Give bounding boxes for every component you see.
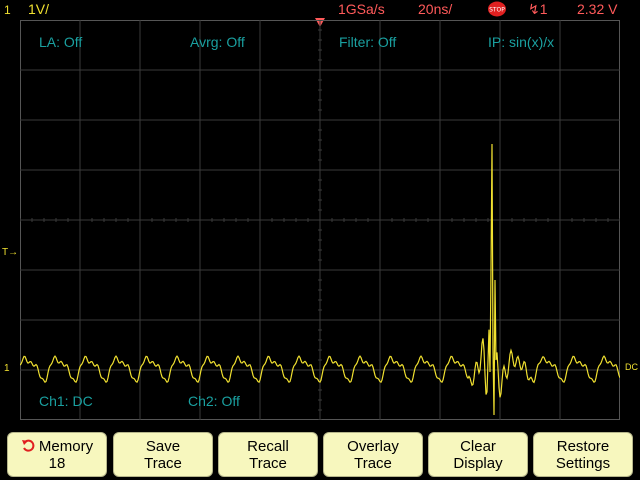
memory-softkey[interactable]: Memory 18 [7, 432, 107, 477]
status-bar: 1 1V/ 1GSa/s 20ns/ STOP ↯1 2.32 V [0, 0, 640, 27]
restore-settings-label-2: Settings [555, 454, 611, 472]
dc-marker: DC [625, 362, 638, 372]
overlay-trace-label-1: Overlay [347, 437, 399, 455]
waveform-trace [20, 143, 620, 416]
overlay-trace-softkey[interactable]: Overlay Trace [323, 432, 423, 477]
ch2-state-label: Ch2: Off [188, 393, 240, 409]
ch1-ground-marker: 1 [4, 363, 10, 374]
filter-label: Filter: Off [339, 34, 397, 50]
recall-trace-softkey[interactable]: Recall Trace [218, 432, 318, 477]
clear-display-label-1: Clear [460, 437, 496, 455]
trigger-level: 2.32 V [577, 1, 618, 17]
ch1-trace [20, 143, 620, 416]
trigger-level-marker: T→ [2, 247, 19, 258]
interpolation-label: IP: sin(x)/x [488, 34, 555, 50]
averaging-label: Avrg: Off [190, 34, 245, 50]
clear-display-label-2: Display [453, 454, 503, 472]
channel-number: 1 [4, 3, 11, 17]
undo-icon [21, 439, 35, 452]
line-averaging-label: LA: Off [39, 34, 83, 50]
stop-icon: STOP [488, 1, 506, 17]
trigger-edge-icon: ↯1 [528, 1, 548, 17]
overlay-trace-label-2: Trace [354, 454, 392, 472]
sample-rate: 1GSa/s [338, 1, 385, 17]
save-trace-label-2: Trace [144, 454, 182, 472]
restore-settings-label-1: Restore [556, 437, 610, 455]
memory-label: Memory [38, 437, 94, 455]
restore-settings-softkey[interactable]: Restore Settings [533, 432, 633, 477]
memory-value: 18 [48, 454, 66, 472]
clear-display-softkey[interactable]: Clear Display [428, 432, 528, 477]
volts-per-div: 1V/ [28, 1, 50, 17]
recall-trace-label-2: Trace [249, 454, 287, 472]
save-trace-softkey[interactable]: Save Trace [113, 432, 213, 477]
time-per-div: 20ns/ [418, 1, 453, 17]
save-trace-label-1: Save [145, 437, 181, 455]
ch1-coupling-label: Ch1: DC [39, 393, 93, 409]
softkey-bar: Memory 18 Save Trace Recall Trace Overla… [0, 430, 640, 480]
recall-trace-label-1: Recall [247, 437, 289, 455]
svg-text:STOP: STOP [489, 7, 505, 14]
waveform-display: LA: Off Avrg: Off Filter: Off IP: sin(x)… [20, 20, 620, 420]
trigger-source: 1 [539, 1, 548, 17]
